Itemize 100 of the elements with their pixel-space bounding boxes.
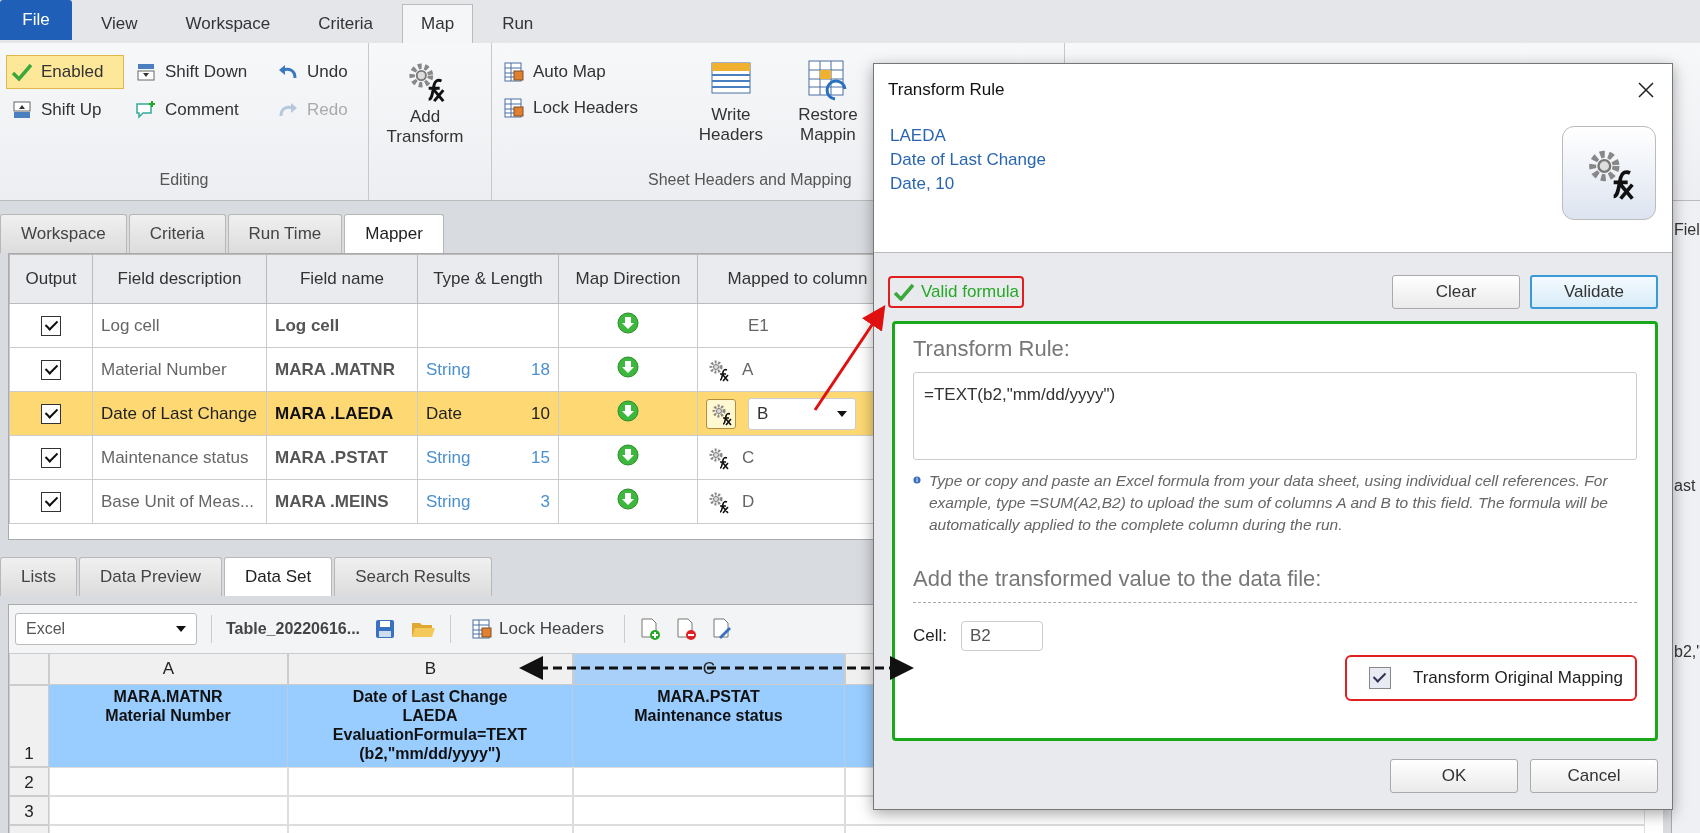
ribbon-button[interactable]: Lock Headers bbox=[498, 91, 643, 125]
field-name: MARA .PSTAT bbox=[275, 447, 388, 467]
dialog-title: Transform Rule bbox=[888, 80, 1005, 100]
header-cell: MARA.PSTAT Maintenance status bbox=[573, 685, 845, 767]
tab[interactable]: Data Set bbox=[224, 557, 333, 596]
ribbon-button[interactable]: Auto Map bbox=[498, 55, 643, 89]
field-description: Date of Last Change bbox=[101, 403, 257, 423]
cancel-button[interactable]: Cancel bbox=[1530, 759, 1658, 793]
add-document-icon[interactable] bbox=[638, 617, 661, 641]
cell-label: Cell: bbox=[913, 626, 947, 646]
cell-field[interactable]: B2 bbox=[961, 621, 1043, 651]
field-type: String bbox=[426, 359, 471, 380]
row-down-icon bbox=[135, 62, 157, 82]
output-checkbox[interactable] bbox=[41, 491, 61, 512]
edit-document-icon[interactable] bbox=[710, 617, 733, 641]
remove-document-icon[interactable] bbox=[674, 617, 697, 641]
ribbon-tab[interactable]: Run bbox=[483, 4, 553, 43]
arrow-down-icon bbox=[617, 400, 639, 422]
group-label: Editing bbox=[158, 170, 210, 190]
field-info: Date of Last Change bbox=[890, 150, 1046, 170]
output-checkbox[interactable] bbox=[41, 359, 61, 380]
column-letter: B bbox=[424, 659, 437, 679]
group-label: Sheet Headers and Mapping bbox=[648, 171, 852, 188]
output-checkbox[interactable] bbox=[41, 447, 61, 468]
text-fragment: ast bbox=[1673, 477, 1697, 495]
formula-field[interactable]: =TEXT(b2,"mm/dd/yyyy") bbox=[913, 372, 1637, 460]
row-number: 2 bbox=[9, 767, 49, 796]
field-name: MARA .LAEDA bbox=[275, 403, 394, 423]
tab[interactable]: Workspace bbox=[0, 214, 127, 253]
ribbon-tab[interactable]: Criteria bbox=[299, 4, 393, 43]
check-icon bbox=[893, 283, 915, 301]
column-header: Output bbox=[25, 269, 77, 288]
transform-checkbox[interactable] bbox=[1368, 667, 1391, 689]
lock-headers-button[interactable]: Lock Headers bbox=[465, 617, 610, 641]
ribbon-tab[interactable]: Workspace bbox=[166, 4, 290, 43]
field-name: MARA .MATNR bbox=[275, 359, 395, 379]
file-name: Table_20220616... bbox=[226, 620, 361, 638]
ribbon-button[interactable]: Restore Mappin bbox=[794, 49, 861, 166]
header-cell: MARA.MATNR Material Number bbox=[49, 685, 288, 767]
column-header: Field description bbox=[117, 269, 242, 288]
column-header: Mapped to column bbox=[727, 269, 868, 288]
validation-status: Valid formula bbox=[888, 276, 1024, 308]
transform-button[interactable] bbox=[706, 398, 736, 429]
comment-icon bbox=[135, 100, 157, 120]
ribbon-button[interactable]: Shift Down bbox=[130, 55, 266, 89]
ribbon-button[interactable]: Undo bbox=[272, 55, 362, 89]
row-up-icon bbox=[11, 100, 33, 120]
column-dropdown[interactable]: B bbox=[748, 397, 856, 430]
field-description: Log cell bbox=[101, 315, 160, 335]
clear-button[interactable]: Clear bbox=[1392, 275, 1520, 309]
arrow-down-icon bbox=[617, 356, 639, 378]
field-description: Base Unit of Meas... bbox=[101, 491, 255, 511]
tab[interactable]: Search Results bbox=[334, 557, 492, 596]
section-heading: Add the transformed value to the data file: bbox=[913, 566, 1322, 591]
output-checkbox[interactable] bbox=[41, 315, 61, 336]
tab[interactable]: Lists bbox=[0, 557, 77, 596]
table-map-icon bbox=[503, 61, 525, 83]
field-description: Maintenance status bbox=[101, 447, 249, 467]
ribbon-button[interactable]: Write Headers bbox=[680, 49, 781, 166]
mapped-column: E1 bbox=[748, 315, 769, 336]
mapped-column: D bbox=[742, 491, 755, 512]
tab[interactable]: Mapper bbox=[344, 214, 444, 253]
tab[interactable]: Criteria bbox=[128, 214, 226, 253]
save-icon[interactable] bbox=[374, 618, 397, 640]
column-header: Field name bbox=[299, 269, 385, 288]
column-letter: A bbox=[162, 659, 175, 679]
column-header: Type & Length bbox=[433, 269, 543, 288]
mapped-column: A bbox=[742, 359, 754, 380]
dropdown-arrow-icon bbox=[837, 410, 847, 417]
ribbon-button[interactable]: Comment bbox=[130, 93, 266, 127]
tab[interactable]: Data Preview bbox=[78, 557, 223, 596]
ribbon-tab[interactable]: View bbox=[82, 4, 157, 43]
field-fragment: Fiel bbox=[1673, 221, 1700, 239]
checkbox-label: Transform Original Mapping bbox=[1412, 668, 1623, 688]
ribbon-button[interactable]: Enabled bbox=[6, 55, 124, 89]
ribbon-tab[interactable]: Map bbox=[402, 4, 474, 43]
arrow-down-icon bbox=[617, 488, 639, 510]
row-number: 3 bbox=[9, 796, 49, 825]
arrow-down-icon bbox=[617, 312, 639, 334]
validate-button[interactable]: Validate bbox=[1530, 275, 1658, 309]
field-type: String bbox=[426, 491, 471, 512]
field-length: 3 bbox=[540, 491, 550, 512]
section-heading: Transform Rule: bbox=[913, 336, 1071, 362]
ribbon-button[interactable]: Shift Up bbox=[6, 93, 124, 127]
file-tab[interactable]: File bbox=[0, 0, 72, 40]
check-icon bbox=[11, 62, 33, 82]
mapped-column: C bbox=[742, 447, 755, 468]
ok-button[interactable]: OK bbox=[1390, 759, 1518, 793]
field-length: 10 bbox=[531, 403, 550, 424]
field-length: 15 bbox=[531, 447, 550, 468]
tab[interactable]: Run Time bbox=[227, 214, 343, 253]
field-info: LAEDA bbox=[890, 126, 947, 146]
field-description: Material Number bbox=[101, 359, 227, 379]
add-transform-button[interactable]: Add Transform bbox=[375, 49, 475, 166]
format-dropdown[interactable]: Excel bbox=[15, 613, 197, 645]
field-type: Date bbox=[426, 403, 462, 424]
row-number: 1 bbox=[9, 685, 49, 767]
output-checkbox[interactable] bbox=[41, 403, 61, 424]
field-type: String bbox=[426, 447, 471, 468]
field-name: Log cell bbox=[275, 315, 340, 335]
